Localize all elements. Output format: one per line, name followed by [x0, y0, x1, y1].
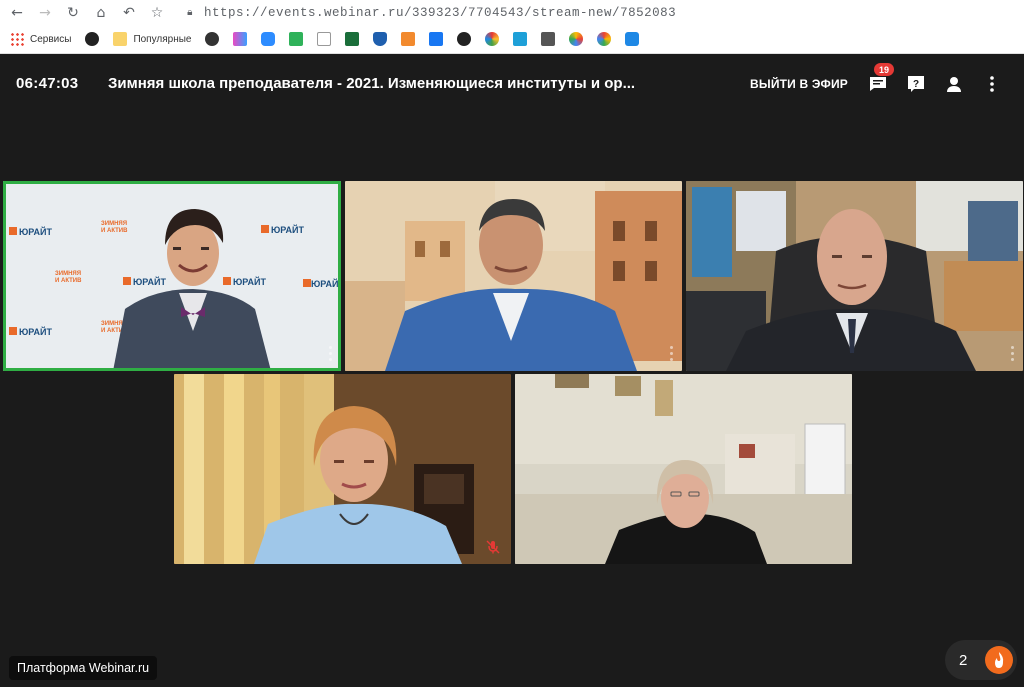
back-icon[interactable]: ←	[6, 2, 28, 24]
svg-text:ЮРАЙТ: ЮРАЙТ	[19, 326, 52, 337]
globe-icon	[85, 32, 100, 46]
butterfly-icon	[233, 32, 248, 46]
participant-video	[515, 374, 852, 564]
cloud-icon	[625, 32, 640, 46]
mic-muted-icon	[486, 540, 500, 554]
video-tile-1[interactable]: ЮРАЙТ ЮРАЙТ ЮРАЙТ ЮРАЙ ЮРАЙТ ЮРАЙТ ЗИМНЯ…	[3, 181, 341, 371]
home-icon[interactable]: ⌂	[90, 2, 112, 24]
go-live-button[interactable]: ВЫЙТИ В ЭФИР	[750, 77, 848, 91]
address-bar[interactable]: 🔒︎ https://events.webinar.ru/339323/7704…	[184, 3, 676, 23]
svg-text:ЮРАЙТ: ЮРАЙТ	[271, 224, 304, 235]
bookmark-green[interactable]	[345, 29, 360, 49]
square-icon	[345, 32, 360, 46]
apps-grid-icon	[10, 32, 24, 46]
bookmark-label: Популярные	[133, 33, 192, 45]
reload-icon[interactable]: ↻	[62, 2, 84, 24]
download-icon	[289, 32, 304, 46]
svg-text:ЗИМНЯЯ: ЗИМНЯЯ	[101, 221, 127, 227]
gear-icon	[205, 32, 220, 46]
shield-icon	[373, 32, 388, 46]
bookmark-butterfly[interactable]	[233, 29, 248, 49]
participant-video: ЮРАЙТ ЮРАЙТ ЮРАЙТ ЮРАЙ ЮРАЙТ ЮРАЙТ ЗИМНЯ…	[3, 181, 341, 371]
url-text: https://events.webinar.ru/339323/7704543…	[204, 5, 677, 20]
bookmark-label: Сервисы	[30, 33, 72, 45]
tile-options-icon[interactable]	[1011, 346, 1015, 361]
c-icon	[485, 32, 500, 46]
flame-icon[interactable]	[985, 646, 1013, 674]
bookmark-me[interactable]	[457, 29, 472, 49]
svg-text:?: ?	[913, 79, 919, 90]
undo-icon[interactable]: ↶	[118, 2, 140, 24]
user-icon[interactable]	[942, 72, 966, 96]
bookmark-google[interactable]	[597, 29, 612, 49]
video-tile-5[interactable]	[515, 374, 852, 564]
more-menu-icon[interactable]	[980, 72, 1004, 96]
session-clock: 06:47:03	[16, 75, 79, 92]
facebook-icon	[429, 32, 444, 46]
svg-text:И АКТИВ: И АКТИВ	[55, 278, 82, 284]
bookmark-popular[interactable]: Популярные	[113, 29, 191, 49]
folder-icon	[113, 32, 128, 46]
bookmark-gear[interactable]	[205, 29, 220, 49]
bookmark-facebook[interactable]	[429, 29, 444, 49]
bookmark-c[interactable]	[485, 29, 500, 49]
chat-badge: 19	[874, 63, 894, 76]
viewers-widget[interactable]: 2	[945, 640, 1017, 680]
webinar-title: Зимняя школа преподавателя - 2021. Измен…	[108, 75, 636, 92]
bookmark-t[interactable]	[401, 29, 416, 49]
me-icon	[457, 32, 472, 46]
svg-text:ЮРАЙТ: ЮРАЙТ	[133, 276, 166, 287]
forward-icon[interactable]: →	[34, 2, 56, 24]
bookmark-shield[interactable]	[373, 29, 388, 49]
webinar-header: 06:47:03 Зимняя школа преподавателя - 20…	[0, 56, 1024, 110]
pinwheel-icon	[569, 32, 584, 46]
tile-options-icon[interactable]	[670, 346, 674, 361]
lock-icon: 🔒︎	[187, 7, 193, 18]
participant-video	[174, 374, 511, 564]
participant-video	[686, 181, 1023, 371]
video-tile-3[interactable]	[686, 181, 1023, 371]
t-icon	[401, 32, 416, 46]
w-blue-icon	[513, 32, 528, 46]
bookmark-zoom[interactable]	[261, 29, 276, 49]
browser-toolbar: ← → ↻ ⌂ ↶ ☆ 🔒︎ https://events.webinar.ru…	[0, 0, 1024, 25]
bookmark-wave[interactable]	[541, 29, 556, 49]
google-icon	[597, 32, 612, 46]
svg-text:ЮРАЙТ: ЮРАЙТ	[233, 276, 266, 287]
svg-text:ЮРАЙТ: ЮРАЙТ	[19, 226, 52, 237]
bookmark-w2[interactable]	[513, 29, 528, 49]
bookmark-globe[interactable]	[85, 29, 100, 49]
bookmark-cloud[interactable]	[625, 29, 640, 49]
bookmark-services[interactable]: Сервисы	[10, 29, 71, 49]
zoom-icon	[261, 32, 276, 46]
bookmark-photos[interactable]	[569, 29, 584, 49]
platform-label[interactable]: Платформа Webinar.ru	[9, 656, 158, 680]
audio-wave-icon	[541, 32, 556, 46]
wikipedia-icon	[317, 32, 332, 46]
svg-text:И АКТИВ: И АКТИВ	[101, 228, 128, 234]
participant-video	[345, 181, 682, 371]
bookmarks-bar: Сервисы Популярные	[0, 25, 1024, 54]
bookmark-download[interactable]	[289, 29, 304, 49]
video-tile-4[interactable]	[174, 374, 511, 564]
svg-text:ЗИМНЯЯ: ЗИМНЯЯ	[55, 271, 81, 277]
viewers-count: 2	[959, 651, 968, 669]
video-tile-2[interactable]	[345, 181, 682, 371]
bookmark-w[interactable]	[317, 29, 332, 49]
tile-options-icon[interactable]	[329, 346, 333, 361]
svg-text:ЮРАЙ: ЮРАЙ	[311, 278, 338, 289]
star-icon[interactable]: ☆	[146, 2, 168, 24]
help-icon[interactable]: ?	[904, 72, 928, 96]
